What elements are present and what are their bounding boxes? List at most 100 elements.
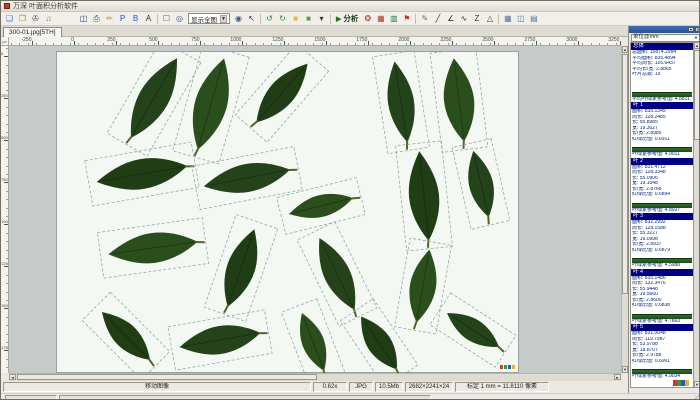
progress-cell-left [5,395,57,400]
color-dropdown-icon[interactable]: ▾ [315,13,328,25]
section-header: 叶 2 [631,158,693,165]
leaf-object[interactable] [168,310,272,370]
status-zoom-level: 0.62x [313,382,347,392]
leaf-object[interactable] [281,299,344,373]
leaf-stem [462,140,465,149]
palette-icon[interactable]: ❂ [361,13,374,25]
toolbar-separator [260,14,261,24]
scroll-right-button[interactable]: ► [614,374,621,380]
horizontal-scroll-thumb[interactable] [17,374,317,380]
leaf-object[interactable] [452,139,510,230]
analyze-label: 分析 [343,13,358,24]
measure-polygon-icon[interactable]: △ [483,13,496,25]
play-icon: ▶ [336,15,341,23]
rotate-right-icon[interactable]: ↻ [276,13,289,25]
ruler-unit-label: px [1,37,9,46]
swatch-grid-icon[interactable]: ▦ [374,13,387,25]
view-mode-dropdown[interactable]: 显示全图▼ [188,13,230,24]
results-list: 总体总面积: 15874.2994平均面积: 835.4894平均周长: 126… [630,42,694,388]
section-header: 叶 3 [631,213,693,220]
leaf-object[interactable] [97,218,208,278]
leaf-stem [487,215,490,224]
measure-curve-icon[interactable]: ∿ [457,13,470,25]
leaf-layer [57,52,520,373]
split-view-icon[interactable]: ◫ [514,13,527,25]
leaf-object[interactable] [173,52,250,164]
analyze-button[interactable]: ▶分析 [333,13,361,25]
leaf-stem [148,359,155,366]
leaf-object[interactable] [192,146,302,209]
measure-zigzag-icon[interactable]: Z [470,13,483,25]
unit-dropdown[interactable]: 单位@mm ▼ [631,34,700,42]
panel-header: ▾ ✕ [629,26,700,33]
status-bar: 移动图像0.62xJPG10.5Mb2682×2241×24标定 1 mm = … [1,381,628,393]
zoom-in-icon[interactable]: ◉ [232,13,245,25]
panel-scroll-down-button[interactable]: ▼ [694,381,700,388]
flag-icon[interactable]: ⚑ [400,13,413,25]
leaf-object[interactable] [107,52,201,156]
rotate-left-icon[interactable]: ↺ [263,13,276,25]
print-icon[interactable]: ⎙ [90,13,103,25]
magnifier-icon[interactable]: ◎ [173,13,186,25]
edit-pen-icon[interactable]: ✏ [103,13,116,25]
view-mode-label: 显示全图 [191,14,217,24]
leaf-stem [427,239,429,248]
status-file-size: 10.5Mb [375,382,403,392]
leaf-object[interactable] [204,215,278,322]
leaf-shape[interactable] [351,310,407,373]
progress-cell-main [59,395,431,400]
panel-close-button[interactable]: ✕ [695,27,700,32]
leaf-object[interactable] [82,292,170,373]
leaf-stem [251,120,258,128]
section-header: 叶 1 [631,102,693,109]
marker-p-icon[interactable]: P [116,13,129,25]
toolbar-separator [415,14,416,24]
toolbar-separator [330,14,331,24]
leaf-object[interactable] [297,222,377,327]
leaf-object[interactable] [340,299,418,373]
brand-logo-swatch [685,380,689,386]
leaf-object[interactable] [395,238,452,334]
image-surface[interactable] [56,51,519,373]
panel-scroll-up-button[interactable]: ▲ [694,42,700,49]
panel-scrollbar[interactable]: ▲ ▼ [694,42,700,388]
leaf-object[interactable] [235,52,328,142]
select-region-icon[interactable]: ☐ [160,13,173,25]
horizontal-scrollbar[interactable]: ◄ ► [9,373,621,381]
leaf-object[interactable] [430,293,516,367]
leaf-stem [351,196,360,200]
measure-angle-icon[interactable]: ∠ [444,13,457,25]
fill-green-icon[interactable]: ■ [302,13,315,25]
fill-yellow-icon[interactable]: ■ [289,13,302,25]
marker-a-icon[interactable]: A [142,13,155,25]
resize-grip[interactable] [694,395,700,400]
canvas-area[interactable] [9,46,621,373]
pointer-icon[interactable]: ↖ [245,13,258,25]
leaf-object[interactable] [277,178,366,235]
open-image-icon[interactable]: ❐ [16,13,29,25]
chevron-down-icon: ▼ [220,15,227,23]
sound-icon[interactable]: ♫ [42,13,55,25]
new-doc-icon[interactable]: ❏ [3,13,16,25]
leaf-object[interactable] [430,52,488,152]
draw-pencil-icon[interactable]: ✎ [418,13,431,25]
camera-capture-icon[interactable]: ✇ [29,13,42,25]
leaf-object[interactable] [85,142,199,206]
scroll-left-button[interactable]: ◄ [9,374,16,380]
leaf-stem [414,320,417,329]
leaf-object[interactable] [373,52,430,154]
panel-pin-button[interactable]: ▾ [688,27,694,32]
grid-view-icon[interactable]: ▦ [501,13,514,25]
unit-row: 单位@mm ▼ [629,33,700,42]
chart-icon[interactable]: ▥ [387,13,400,25]
vertical-ruler: 02505007501000125015001750 [1,46,9,373]
table-view-icon[interactable]: ▤ [527,13,540,25]
panel-scroll-thumb[interactable] [694,50,700,140]
leaf-object[interactable] [396,141,453,251]
measure-line-icon[interactable]: ╱ [431,13,444,25]
marker-b-icon[interactable]: B [129,13,142,25]
image-tab[interactable]: 300-01.jpg[5TH] [3,27,62,37]
leaf-stem [497,346,505,352]
vertical-scrollbar[interactable]: ▲ ▼ [621,46,628,373]
save-icon[interactable]: ◫ [77,13,90,25]
